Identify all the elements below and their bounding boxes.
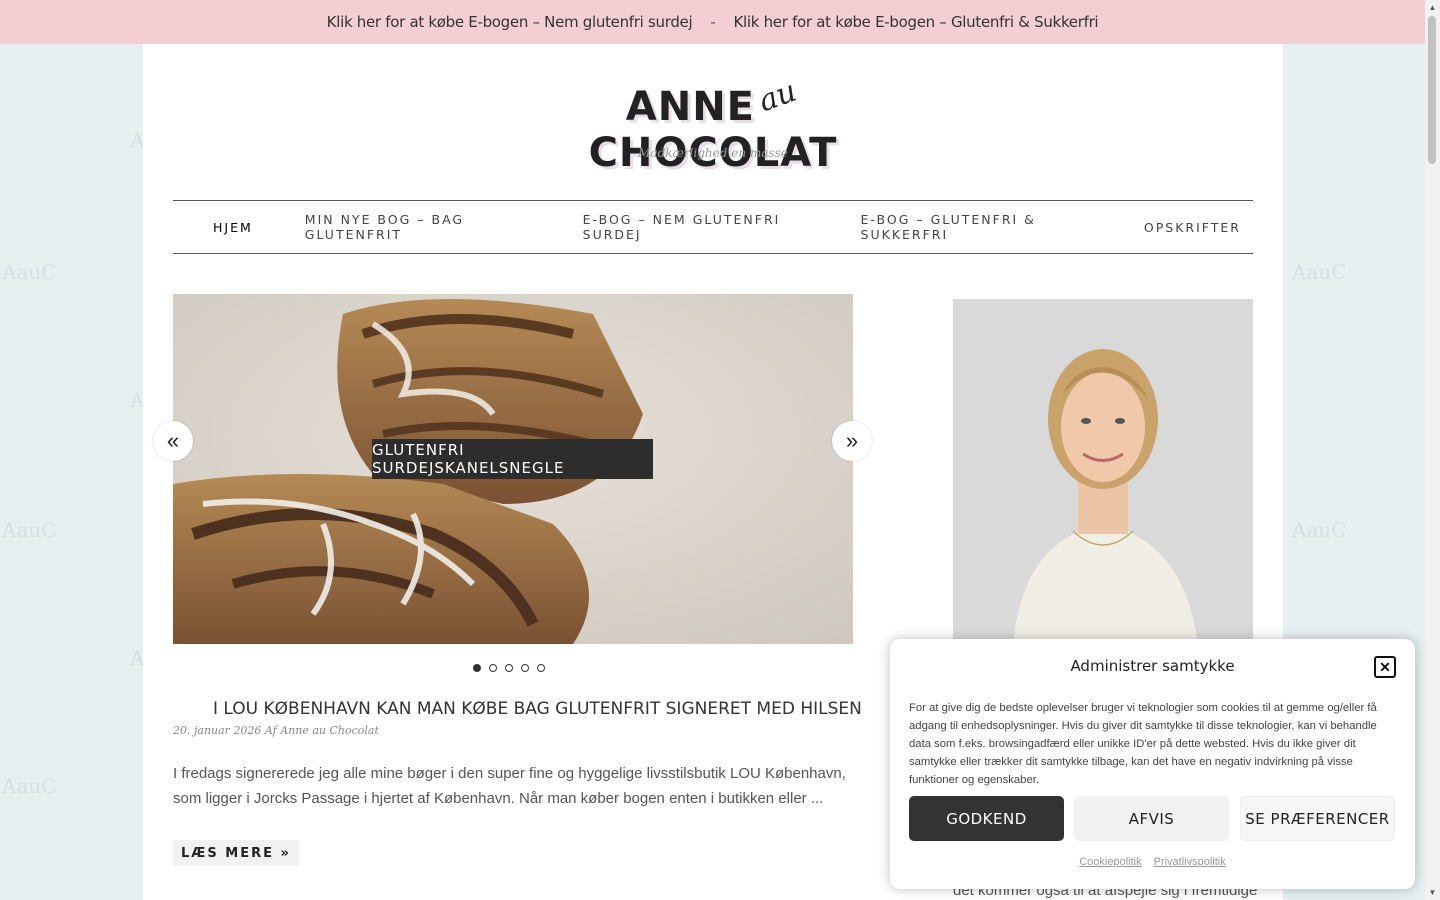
- slider-dot[interactable]: [489, 664, 497, 672]
- nav-item-min-nye-bog[interactable]: MIN NYE BOG – BAG GLUTENFRIT: [305, 212, 531, 242]
- author-photo: [953, 299, 1253, 644]
- consent-text: For at give dig de bedste oplevelser bru…: [909, 702, 1377, 786]
- background-watermark: AauC: [2, 260, 57, 284]
- nav-item-opskrifter[interactable]: OPSKRIFTER: [1144, 220, 1241, 235]
- topbar-separator: -: [710, 13, 716, 31]
- slider-next-button[interactable]: »: [832, 421, 872, 461]
- consent-title: Administrer samtykke: [1070, 657, 1235, 675]
- logo-anne: ANNE: [625, 84, 755, 130]
- scrollbar-thumb[interactable]: [1428, 16, 1436, 164]
- consent-links: Cookiepolitik Privatlivspolitik: [890, 856, 1415, 868]
- announcement-bar: Klik her for at købe E-bogen – Nem glute…: [0, 0, 1425, 44]
- background-watermark: AauC: [1292, 260, 1347, 284]
- post-meta: 20. januar 2026 Af Anne au Chocolat: [173, 724, 379, 737]
- background-watermark: AauC: [2, 518, 57, 542]
- scroll-down-icon[interactable]: ▼: [1425, 885, 1440, 900]
- post-excerpt: I fredags signererede jeg alle mine bøge…: [173, 765, 846, 807]
- read-more-button[interactable]: LÆS MERE »: [173, 840, 299, 866]
- featured-slider[interactable]: GLUTENFRI SURDEJSKANELSNEGLE: [173, 294, 853, 644]
- slider-pagination: [473, 664, 545, 672]
- ebook-surdej-link[interactable]: Klik her for at købe E-bogen – Nem glute…: [327, 13, 693, 31]
- nav-item-ebog-surdej[interactable]: E-BOG – NEM GLUTENFRI SURDEJ: [583, 212, 809, 242]
- page-scrollbar[interactable]: ▲ ▼: [1425, 0, 1440, 900]
- slider-dot[interactable]: [521, 664, 529, 672]
- privacy-policy-link[interactable]: Privatlivspolitik: [1154, 856, 1226, 868]
- cookie-policy-link[interactable]: Cookiepolitik: [1079, 856, 1141, 868]
- slider-prev-button[interactable]: «: [153, 421, 193, 461]
- slider-dot[interactable]: [505, 664, 513, 672]
- slider-dot[interactable]: [537, 664, 545, 672]
- accept-button[interactable]: GODKEND: [909, 796, 1064, 841]
- main-nav: HJEM MIN NYE BOG – BAG GLUTENFRIT E-BOG …: [173, 200, 1253, 254]
- close-icon[interactable]: ✕: [1374, 656, 1396, 678]
- post-title[interactable]: I LOU KØBENHAVN KAN MAN KØBE BAG GLUTENF…: [213, 699, 862, 719]
- slider-dot[interactable]: [473, 664, 481, 672]
- nav-item-hjem[interactable]: HJEM: [213, 220, 253, 235]
- cookie-consent-dialog: Administrer samtykke ✕ For at give dig d…: [890, 639, 1415, 889]
- nav-item-ebog-sukkerfri[interactable]: E-BOG – GLUTENFRI & SUKKERFRI: [861, 212, 1092, 242]
- slide-caption[interactable]: GLUTENFRI SURDEJSKANELSNEGLE: [372, 439, 653, 479]
- background-watermark: AauC: [2, 774, 57, 798]
- site-tagline: Madkærlighed en masse: [638, 146, 788, 160]
- ebook-sukkerfri-link[interactable]: Klik her for at købe E-bogen – Glutenfri…: [733, 13, 1098, 31]
- background-watermark: AauC: [1292, 518, 1347, 542]
- deny-button[interactable]: AFVIS: [1074, 796, 1229, 841]
- scroll-up-icon[interactable]: ▲: [1425, 0, 1440, 15]
- preferences-button[interactable]: SE PRÆFERENCER: [1240, 796, 1395, 841]
- logo-au: au: [754, 73, 802, 120]
